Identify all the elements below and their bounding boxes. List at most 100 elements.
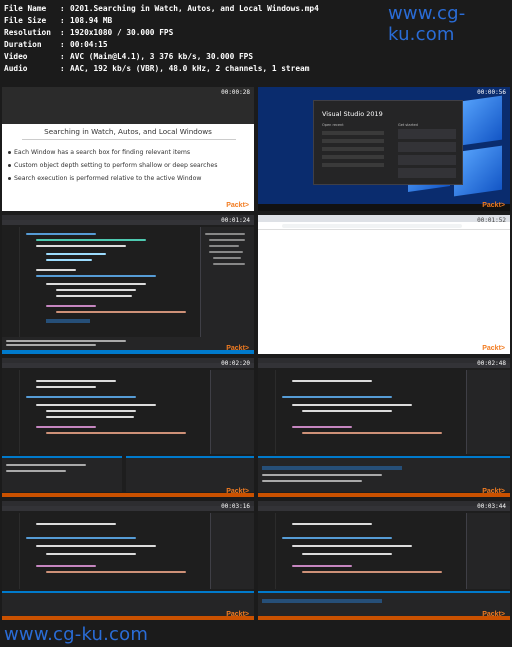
thumbnail-vs-start-window[interactable]: Visual Studio 2019 Open recent Get start… [258,87,510,211]
locals-window[interactable] [258,591,510,616]
solution-explorer[interactable] [200,227,254,337]
code-line [46,416,134,418]
thumbnail-vs-ide-debug[interactable]: 00:03:44 Packt> [258,501,510,620]
autos-window[interactable] [258,456,510,492]
packt-logo: Packt> [482,345,505,352]
watch-row [6,464,86,466]
code-line [36,565,96,567]
timestamp: 00:00:28 [221,89,250,96]
code-line [282,396,392,398]
taskbar [258,204,510,211]
tree-item [213,257,241,259]
code-line [292,380,372,382]
selected-row [262,599,382,603]
slide-header-bar [2,87,254,124]
code-line [46,259,92,261]
thumbnail-vs-ide-debug[interactable]: 00:03:16 Packt> [2,501,254,620]
slide-bullet: Search execution is performed relative t… [7,175,202,182]
watch-row [6,470,66,472]
code-line [26,537,136,539]
timestamp: 00:03:44 [477,503,506,510]
line-gutter [262,513,276,589]
code-line [56,295,132,297]
diagnostic-tools[interactable] [210,513,254,589]
toolbar [258,506,510,511]
address-bar[interactable] [282,224,462,228]
toolbar [2,506,254,511]
call-stack-window[interactable] [126,456,254,492]
timestamp: 00:03:16 [221,503,250,510]
code-editor[interactable] [262,370,462,454]
output-window[interactable] [2,337,254,350]
thumbnail-vs-ide[interactable]: 00:01:24 Packt> [2,215,254,354]
code-line [36,269,76,271]
thumbnail-vs-ide-debug[interactable]: 00:02:20 Packt> [2,358,254,497]
code-editor[interactable] [6,227,200,337]
code-line [36,426,96,428]
status-bar [2,350,254,354]
selection-highlight [46,319,90,323]
packt-logo: Packt> [226,611,249,618]
tree-item [209,239,245,241]
tree-item [205,233,245,235]
open-folder-button[interactable] [398,155,456,165]
thumbnail-vs-ide-debug[interactable]: 00:02:48 Packt> [258,358,510,497]
locals-window[interactable] [2,591,254,616]
packt-logo: Packt> [482,611,505,618]
packt-logo: Packt> [226,202,249,209]
recent-project-item[interactable] [322,131,384,135]
browser-tab-strip [258,215,510,222]
code-line [36,404,156,406]
thumbnail-slide[interactable]: Searching in Watch, Autos, and Local Win… [2,87,254,211]
tree-item [213,263,245,265]
packt-logo: Packt> [482,202,505,209]
vs-start-title: Visual Studio 2019 [322,110,383,118]
recent-project-item[interactable] [322,155,384,159]
tree-item [209,251,243,253]
diagnostic-tools[interactable] [466,370,510,454]
create-project-button[interactable] [398,168,456,178]
diagnostic-tools[interactable] [210,370,254,454]
thumbnail-browser[interactable]: 00:01:52 Packt> [258,215,510,354]
info-row-resolution: Resolution:1920x1080 / 30.000 FPS [4,28,174,37]
code-editor[interactable] [6,370,206,454]
code-line [46,571,186,573]
selected-row [262,466,402,470]
code-editor[interactable] [6,513,206,589]
open-recent-label: Open recent [322,123,344,127]
recent-project-item[interactable] [322,147,384,151]
watch-window[interactable] [2,456,122,492]
info-row-file-name: File Name:0201.Searching in Watch, Autos… [4,4,319,13]
code-line [46,253,106,255]
code-editor[interactable] [262,513,462,589]
toolbar [2,220,254,225]
slide-divider [22,139,236,140]
clone-repo-button[interactable] [398,129,456,139]
recent-project-item[interactable] [322,163,384,167]
timestamp: 00:00:56 [477,89,506,96]
code-line [302,410,392,412]
line-gutter [6,513,20,589]
timestamp: 00:01:24 [221,217,250,224]
diagnostic-tools[interactable] [466,513,510,589]
timestamp: 00:02:20 [221,360,250,367]
code-line [36,545,156,547]
code-line [56,289,136,291]
packt-logo: Packt> [226,488,249,495]
info-row-file-size: File Size:108.94 MB [4,16,113,25]
line-gutter [6,370,20,454]
timestamp: 00:01:52 [477,217,506,224]
code-line [302,571,442,573]
info-row-video: Video: AVC (Main@L4.1), 3 376 kb/s, 30.00… [4,52,254,61]
code-line [36,245,126,247]
code-line [46,283,146,285]
output-line [6,344,96,346]
open-project-button[interactable] [398,142,456,152]
status-bar [2,616,254,620]
code-line [26,233,96,235]
recent-project-item[interactable] [322,139,384,143]
code-line [36,275,156,277]
code-line [292,565,352,567]
packt-logo: Packt> [226,345,249,352]
code-line [292,523,372,525]
